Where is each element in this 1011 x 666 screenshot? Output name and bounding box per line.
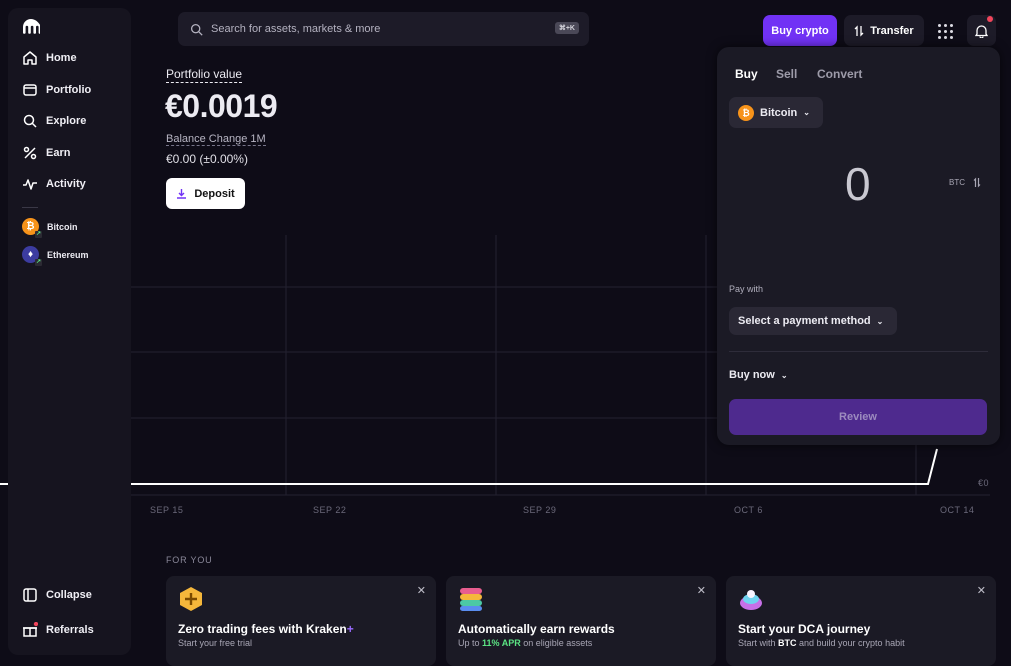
kraken-logo-icon[interactable] [22,18,42,39]
promo-card-subtitle: Start with BTC and build your crypto hab… [738,638,905,648]
panel-divider [729,351,988,352]
balance-change-label[interactable]: Balance Change 1M [166,133,266,146]
amount-input[interactable]: 0 [845,157,871,211]
dca-cup-icon [740,590,762,610]
asset-selector-label: Bitcoin [760,106,798,119]
collapse-label: Collapse [46,589,92,601]
buy-crypto-button[interactable]: Buy crypto [763,15,837,46]
bitcoin-icon: ₿ [738,104,754,121]
payment-method-label: Select a payment method [738,315,871,327]
deposit-button[interactable]: Deposit [166,178,245,209]
nav-activity[interactable]: Activity [22,176,86,192]
notifications-button[interactable] [967,15,996,46]
review-button[interactable]: Review [729,399,987,435]
nav-activity-label: Activity [46,178,86,190]
chevron-down-icon: ⌄ [803,108,810,117]
promo-card-title: Automatically earn rewards [458,622,615,636]
sidebar-divider [22,207,38,208]
search-shortcut-badge: ⌘+K [554,22,579,34]
percent-icon [23,146,37,160]
nav-portfolio[interactable]: Portfolio [22,82,91,98]
asset-selector[interactable]: ₿ Bitcoin ⌄ [729,97,823,128]
promo-card-subtitle: Up to 11% APR on eligible assets [458,638,593,648]
search-input[interactable] [211,23,541,35]
swap-icon [973,177,981,188]
tab-sell[interactable]: Sell [776,67,797,81]
search-icon [190,23,203,36]
trade-panel: Buy Sell Convert ₿ Bitcoin ⌄ 0 BTC Pay w… [717,47,1000,445]
apps-grid-icon[interactable] [934,20,956,42]
deposit-label: Deposit [194,187,235,200]
nav-portfolio-label: Portfolio [46,84,92,96]
promo-card-title: Zero trading fees with Kraken+ [178,622,354,636]
transfer-arrows-icon [854,24,864,37]
transfer-label: Transfer [870,24,914,37]
wallet-icon [23,84,37,96]
transfer-button[interactable]: Transfer [844,15,924,46]
unit-label: BTC [949,178,965,187]
close-icon[interactable]: ✕ [417,584,426,597]
search-bar[interactable]: ⌘+K [178,12,589,46]
y-axis-label: €0 [978,478,990,488]
portfolio-line [0,448,938,485]
x-tick: OCT 14 [940,505,975,515]
portfolio-value: €0.0019 [165,88,278,124]
promo-card-title: Start your DCA journey [738,622,871,636]
tab-convert[interactable]: Convert [817,67,862,81]
stacked-coins-icon [460,588,482,611]
collapse-button[interactable]: Collapse [22,587,92,603]
collapse-icon [23,588,37,602]
nav-earn-label: Earn [46,147,71,159]
promo-card-earn-rewards[interactable]: ✕ Automatically earn rewards Up to 11% A… [446,576,716,666]
referrals-label: Referrals [46,624,94,636]
bell-icon [975,24,988,38]
x-tick: SEP 29 [523,505,557,515]
promo-card-dca[interactable]: ✕ Start your DCA journey Start with BTC … [726,576,996,666]
order-type-label: Buy now [729,369,775,381]
chevron-down-icon: ⌄ [876,316,884,326]
nav-explore[interactable]: Explore [22,113,86,129]
balance-change-value: €0.00 (±0.00%) [166,152,248,166]
referrals-button[interactable]: Referrals [22,622,94,638]
nav-home[interactable]: Home [22,50,77,66]
pay-with-label: Pay with [729,284,764,294]
unit-toggle[interactable]: BTC [949,177,981,188]
portfolio-value-label[interactable]: Portfolio value [166,67,243,83]
promo-card-zero-fees[interactable]: ✕ Zero trading fees with Kraken+ Start y… [166,576,436,666]
for-you-heading: FOR YOU [166,555,213,565]
plus-badge-icon [180,587,202,611]
activity-icon [23,179,37,190]
nav-earn[interactable]: Earn [22,145,70,161]
search-icon [23,114,37,128]
close-icon[interactable]: ✕ [977,584,986,597]
nav-explore-label: Explore [46,115,87,127]
nav-home-label: Home [46,52,77,64]
chevron-down-icon: ⌄ [780,370,788,380]
tab-buy[interactable]: Buy [735,67,758,81]
gift-icon [23,622,38,637]
payment-method-select[interactable]: Select a payment method ⌄ [729,307,897,335]
promo-card-subtitle: Start your free trial [178,638,253,648]
x-tick: SEP 22 [313,505,347,515]
home-icon [23,51,37,65]
close-icon[interactable]: ✕ [697,584,706,597]
x-tick: OCT 6 [734,505,763,515]
download-icon [177,189,187,199]
notification-dot [987,16,993,22]
order-type-select[interactable]: Buy now ⌄ [729,369,788,381]
x-tick: SEP 15 [150,505,184,515]
